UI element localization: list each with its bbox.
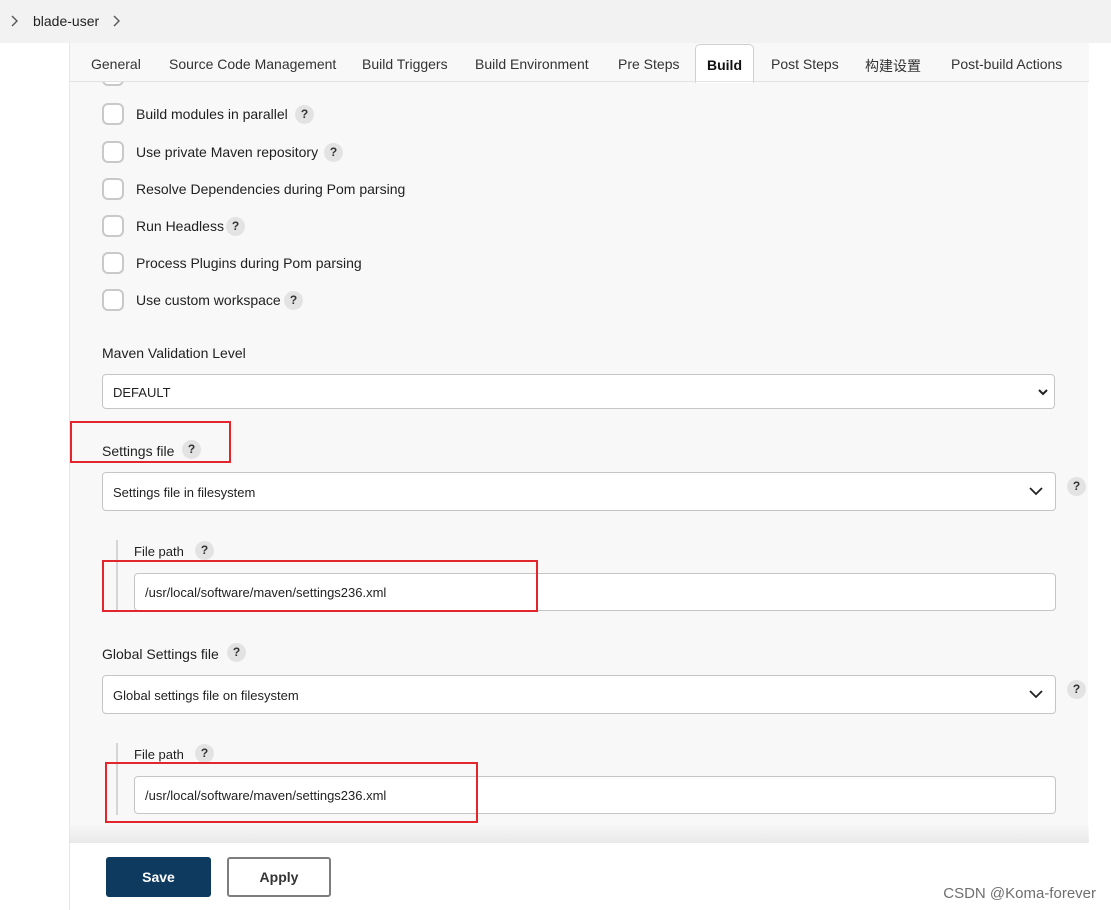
tab-build[interactable]: Build (695, 44, 754, 83)
option-label: Use private Maven repository (136, 144, 319, 160)
help-icon[interactable]: ? (226, 217, 245, 236)
select-value: DEFAULT (113, 385, 171, 400)
tab-bar: General Source Code Management Build Tri… (70, 43, 1089, 83)
checkbox[interactable] (102, 252, 124, 274)
settings-file-select[interactable]: Settings file in filesystem (102, 472, 1056, 511)
select-value: Settings file in filesystem (113, 485, 256, 500)
checkbox[interactable] (102, 289, 124, 311)
chevron-down-icon (1029, 486, 1043, 496)
annotation-box (105, 762, 478, 823)
config-panel: General Source Code Management Build Tri… (69, 43, 1089, 910)
help-icon[interactable]: ? (227, 643, 246, 662)
checkbox[interactable] (102, 141, 124, 163)
tab-post-build-actions[interactable]: Post-build Actions (951, 56, 1062, 72)
global-settings-file-label: Global Settings file (102, 646, 219, 662)
help-icon[interactable]: ? (324, 143, 343, 162)
footer-bar: Save Apply (70, 843, 1089, 910)
file-path-label: File path (134, 747, 184, 762)
footer-shadow (70, 823, 1089, 845)
option-label: Process Plugins during Pom parsing (136, 255, 362, 271)
scrolled-row (70, 82, 1089, 88)
annotation-box (102, 560, 538, 612)
breadcrumb: blade-user (0, 0, 1111, 43)
tab-source-code-management[interactable]: Source Code Management (169, 56, 336, 72)
tab-build-settings[interactable]: 构建设置 (865, 56, 921, 76)
tab-pre-steps[interactable]: Pre Steps (618, 56, 679, 72)
maven-validation-label: Maven Validation Level (102, 345, 246, 361)
tab-general[interactable]: General (91, 56, 141, 72)
global-settings-file-select[interactable]: Global settings file on filesystem (102, 675, 1056, 714)
annotation-box (70, 421, 231, 463)
option-label: Build modules in parallel (136, 106, 288, 122)
tab-build-triggers[interactable]: Build Triggers (362, 56, 448, 72)
help-icon[interactable]: ? (1067, 477, 1086, 496)
chevron-right-icon[interactable] (112, 12, 122, 30)
breadcrumb-job-link[interactable]: blade-user (33, 13, 99, 29)
select-value: Global settings file on filesystem (113, 688, 299, 703)
file-path-label: File path (134, 544, 184, 559)
chevron-right-icon (10, 12, 20, 30)
tab-divider (70, 81, 1089, 82)
tab-post-steps[interactable]: Post Steps (771, 56, 839, 72)
maven-validation-select[interactable]: DEFAULT (102, 374, 1055, 409)
chevron-down-icon (1029, 689, 1043, 699)
help-icon[interactable]: ? (295, 105, 314, 124)
help-icon[interactable]: ? (195, 744, 214, 763)
right-margin (1088, 43, 1111, 910)
watermark: CSDN @Koma-forever (943, 885, 1096, 902)
tab-build-environment[interactable]: Build Environment (475, 56, 589, 72)
checkbox[interactable] (102, 215, 124, 237)
chevron-down-icon (1038, 387, 1048, 397)
option-label: Run Headless (136, 218, 224, 234)
option-label: Use custom workspace (136, 292, 281, 308)
apply-button[interactable]: Apply (227, 857, 331, 897)
option-label: Resolve Dependencies during Pom parsing (136, 181, 406, 197)
help-icon[interactable]: ? (284, 291, 303, 310)
checkbox[interactable] (102, 178, 124, 200)
checkbox[interactable] (102, 103, 124, 125)
help-icon[interactable]: ? (195, 541, 214, 560)
save-button[interactable]: Save (106, 857, 211, 897)
help-icon[interactable]: ? (1067, 680, 1086, 699)
